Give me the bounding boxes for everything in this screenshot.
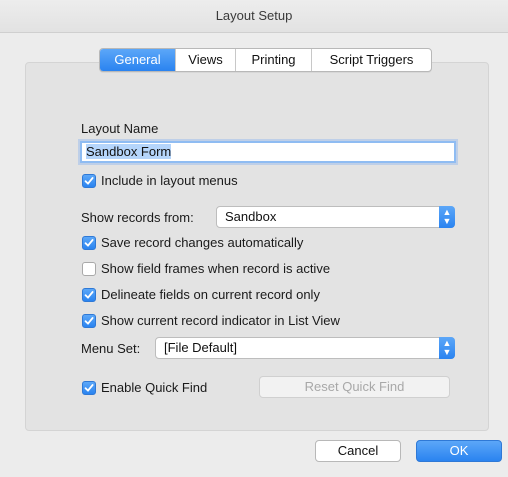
cancel-button[interactable]: Cancel	[315, 440, 401, 462]
enable-quick-find-checkbox[interactable]	[82, 381, 96, 395]
layout-name-label: Layout Name	[81, 121, 159, 136]
include-in-menus-label: Include in layout menus	[101, 173, 238, 188]
checkmark-icon	[84, 384, 94, 392]
tab-script-triggers[interactable]: Script Triggers	[311, 49, 431, 71]
layout-setup-dialog: Layout Setup General Views Printing Scri…	[0, 0, 508, 477]
save-changes-label: Save record changes automatically	[101, 235, 304, 250]
ok-button[interactable]: OK	[416, 440, 502, 462]
record-indicator-label: Show current record indicator in List Vi…	[101, 313, 340, 328]
record-indicator-checkbox[interactable]	[82, 314, 96, 328]
tab-general[interactable]: General	[100, 49, 175, 71]
tab-printing[interactable]: Printing	[235, 49, 311, 71]
checkmark-icon	[84, 291, 94, 299]
checkmark-icon	[84, 239, 94, 247]
include-in-menus-checkbox[interactable]	[82, 174, 96, 188]
menu-set-value: [File Default]	[164, 340, 237, 355]
popup-arrows-icon: ▲ ▼	[439, 206, 455, 228]
layout-name-field[interactable]: Sandbox Form	[80, 141, 456, 163]
menu-set-label: Menu Set:	[81, 341, 141, 356]
save-changes-checkbox[interactable]	[82, 236, 96, 250]
popup-arrows-icon: ▲ ▼	[439, 337, 455, 359]
delineate-fields-label: Delineate fields on current record only	[101, 287, 320, 302]
reset-quick-find-button[interactable]: Reset Quick Find	[259, 376, 450, 398]
show-records-value: Sandbox	[225, 209, 277, 224]
delineate-fields-checkbox[interactable]	[82, 288, 96, 302]
menu-set-popup[interactable]: [File Default] ▲ ▼	[155, 337, 455, 359]
show-field-frames-checkbox[interactable]	[82, 262, 96, 276]
show-field-frames-label: Show field frames when record is active	[101, 261, 331, 276]
tab-bar: General Views Printing Script Triggers	[99, 48, 432, 72]
tab-views[interactable]: Views	[175, 49, 235, 71]
window-title: Layout Setup	[0, 0, 508, 33]
show-records-popup[interactable]: Sandbox ▲ ▼	[216, 206, 455, 228]
show-records-label: Show records from:	[81, 210, 194, 225]
enable-quick-find-label: Enable Quick Find	[101, 380, 208, 395]
checkmark-icon	[84, 177, 94, 185]
layout-name-value: Sandbox Form	[86, 144, 172, 159]
checkmark-icon	[84, 317, 94, 325]
